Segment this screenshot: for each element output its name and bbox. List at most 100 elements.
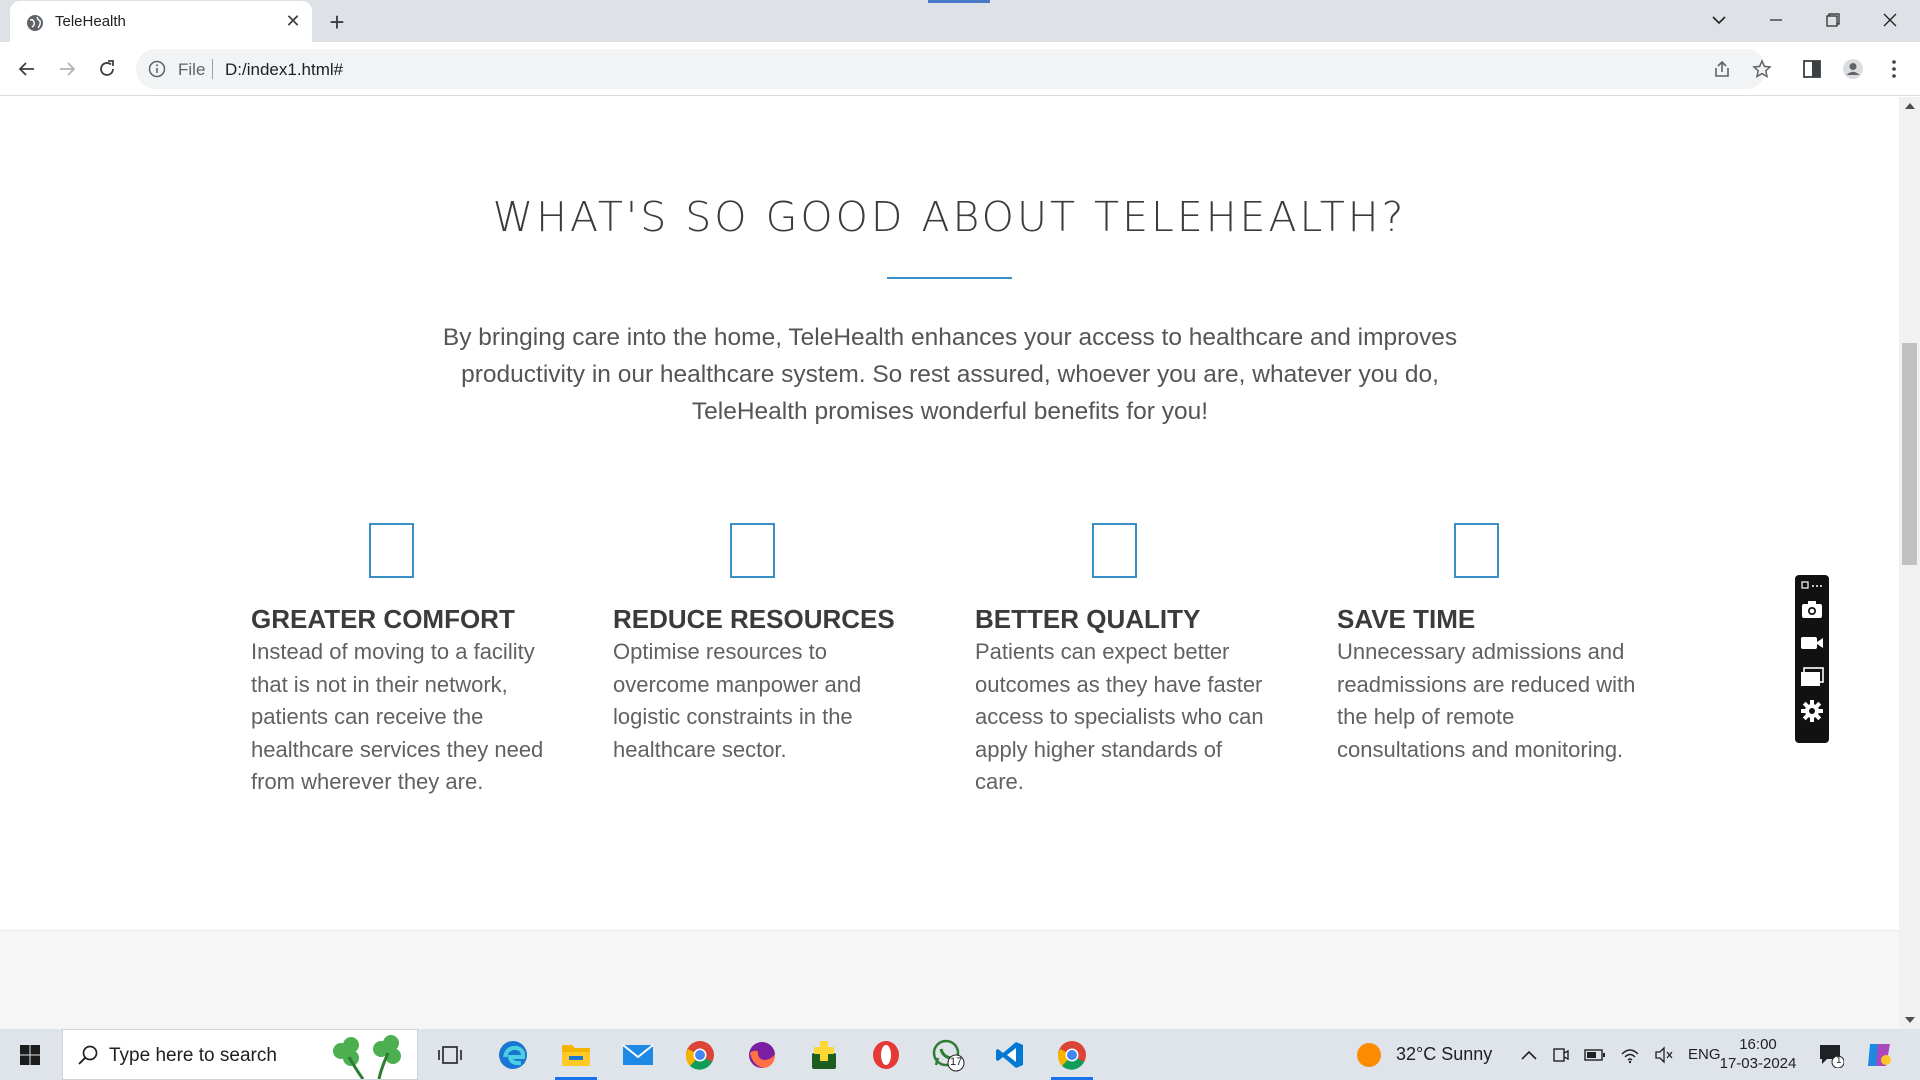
mail-icon (622, 1043, 654, 1065)
notification-center-button[interactable]: 1 (1818, 1029, 1844, 1080)
tab-strip-accent (928, 0, 990, 3)
reload-button[interactable] (91, 53, 123, 85)
clock-time: 16:00 (1739, 1036, 1777, 1053)
url-scheme-label: File (178, 60, 206, 79)
heading-divider (887, 277, 1012, 279)
close-window-button[interactable] (1863, 0, 1917, 40)
clock-date: 17-03-2024 (1719, 1055, 1797, 1072)
capture-toolbar (1795, 575, 1829, 743)
feature-icon-placeholder (1092, 523, 1137, 578)
minimize-button[interactable] (1749, 0, 1803, 40)
arrow-left-icon (18, 62, 34, 76)
taskbar-mail[interactable] (611, 1029, 665, 1080)
scroll-up-arrow-icon[interactable] (1905, 103, 1915, 109)
chrome-icon (686, 1040, 714, 1070)
restore-button[interactable] (1806, 0, 1860, 40)
copilot-icon (1868, 1043, 1891, 1066)
whatsapp-badge: 17 (950, 1056, 963, 1068)
video-camera-icon (1801, 637, 1823, 649)
section-intro: By bringing care into the home, TeleHeal… (442, 324, 1458, 425)
clock[interactable]: 16:00 17-03-2024 (1708, 1035, 1808, 1073)
vscode-icon (996, 1041, 1023, 1068)
back-button[interactable] (11, 53, 43, 85)
chrome-icon (1058, 1040, 1086, 1070)
tab-strip: TeleHealth ✕ + (0, 0, 1920, 42)
feature-icon-placeholder (369, 523, 414, 578)
system-tray-icons: ENG (1520, 1029, 1721, 1080)
url-text[interactable]: D:/index1.html# (225, 60, 343, 80)
windows-logo-icon (20, 1044, 40, 1065)
tab-search-button[interactable] (1692, 0, 1746, 40)
bookmark-star-icon[interactable] (1752, 59, 1772, 79)
arrow-right-icon (60, 62, 76, 76)
tab-close-icon[interactable]: ✕ (282, 10, 304, 32)
page-viewport: WHAT'S SO GOOD ABOUT TELEHEALTH? By brin… (0, 97, 1899, 1029)
gear-icon (1801, 700, 1823, 722)
feature-description: Patients can expect better outcomes as t… (975, 639, 1264, 794)
window-capture-button[interactable] (1800, 665, 1824, 689)
taskbar-whatsapp[interactable]: 17 (921, 1029, 975, 1080)
opera-icon (873, 1040, 899, 1069)
firefox-icon (749, 1041, 775, 1068)
feature-description: Optimise resources to overcome manpower … (613, 639, 862, 762)
url-separator (212, 59, 213, 79)
taskbar-chrome[interactable] (673, 1029, 727, 1080)
capture-toolbar-grip[interactable] (1800, 577, 1824, 593)
folder-icon (562, 1044, 590, 1066)
copilot-button[interactable] (1864, 1029, 1894, 1080)
forward-button[interactable] (51, 53, 83, 85)
chevron-up-icon[interactable] (1520, 1049, 1538, 1061)
windows-taskbar: Type here to search 17 32°C Sunny ENG 16… (0, 1029, 1920, 1080)
side-panel-icon[interactable] (1801, 58, 1823, 80)
taskbar-vscode[interactable] (983, 1029, 1037, 1080)
new-tab-button[interactable]: + (323, 7, 351, 37)
shamrock-icon (333, 1035, 401, 1079)
next-section-band (0, 930, 1899, 1029)
sun-icon (1357, 1042, 1381, 1067)
speaker-muted-icon[interactable] (1654, 1045, 1674, 1064)
start-button[interactable] (0, 1029, 60, 1080)
browser-toolbar: File D:/index1.html# (0, 42, 1920, 96)
search-icon (78, 1045, 98, 1065)
tab-telehealth[interactable]: TeleHealth ✕ (10, 1, 312, 42)
taskbar-opera[interactable] (859, 1029, 913, 1080)
weather-widget[interactable]: 32°C Sunny (1356, 1029, 1492, 1080)
task-view-icon (438, 1045, 462, 1064)
taskbar-edge[interactable] (486, 1029, 540, 1080)
task-view-button[interactable] (423, 1029, 477, 1080)
capture-settings-button[interactable] (1800, 699, 1824, 723)
info-icon[interactable] (148, 60, 166, 78)
feature-icon-placeholder (1454, 523, 1499, 578)
feature-title: BETTER QUALITY (975, 604, 1201, 634)
scroll-down-arrow-icon[interactable] (1905, 1017, 1915, 1023)
notification-count: 1 (1836, 1055, 1842, 1066)
taskbar-firefox[interactable] (735, 1029, 789, 1080)
meet-now-icon[interactable] (1552, 1046, 1570, 1064)
feature-title: SAVE TIME (1337, 604, 1476, 634)
page-scrollbar[interactable] (1899, 97, 1920, 1029)
reload-icon (100, 60, 114, 76)
tab-title: TeleHealth (55, 13, 126, 30)
scrollbar-thumb[interactable] (1902, 343, 1917, 565)
record-video-button[interactable] (1800, 631, 1824, 655)
bible-app-icon (812, 1040, 836, 1069)
taskbar-app-green[interactable] (797, 1029, 851, 1080)
more-menu-icon[interactable] (1883, 58, 1905, 80)
screenshot-button[interactable] (1800, 597, 1824, 621)
battery-icon[interactable] (1584, 1048, 1606, 1062)
address-bar[interactable]: File D:/index1.html# (136, 49, 1772, 89)
wifi-icon[interactable] (1620, 1046, 1640, 1064)
restore-icon (1826, 13, 1840, 27)
share-icon[interactable] (1712, 59, 1732, 79)
camera-icon (1802, 601, 1822, 618)
taskbar-file-explorer[interactable] (549, 1029, 603, 1080)
section-heading: WHAT'S SO GOOD ABOUT TELEHEALTH? (492, 193, 1407, 241)
taskbar-search-box[interactable]: Type here to search (62, 1029, 418, 1080)
weather-text: 32°C Sunny (1396, 1044, 1493, 1064)
profile-avatar-icon[interactable] (1842, 58, 1864, 80)
windows-stack-icon (1801, 667, 1824, 686)
chevron-down-icon (1712, 16, 1726, 25)
feature-description: Unnecessary admissions and readmissions … (1337, 639, 1636, 762)
taskbar-chrome-active[interactable] (1045, 1029, 1099, 1080)
globe-icon (27, 15, 43, 31)
